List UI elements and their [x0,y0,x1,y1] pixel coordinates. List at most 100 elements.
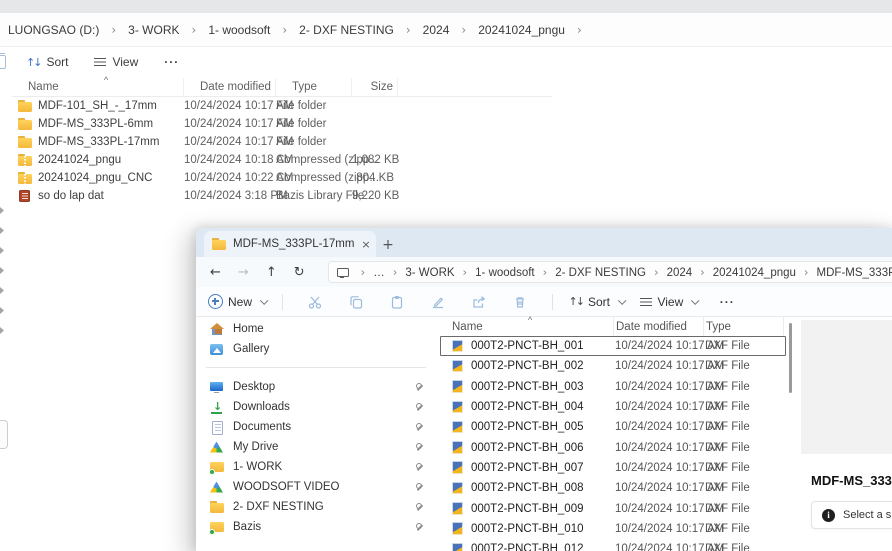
table-row[interactable]: 000T2-PNCT-BH_001 10/24/2024 10:17 AM DX… [440,336,786,356]
breadcrumb-item[interactable]: 2024 [421,23,477,37]
refresh-button[interactable]: ↻ [294,265,305,280]
new-button[interactable]: New [208,294,266,309]
sidebar-item-label: WOODSOFT VIDEO [233,481,340,493]
background-window-titlebar [0,0,892,13]
sidebar-item[interactable]: WOODSOFT VIDEO [196,477,440,497]
table-row[interactable]: MDF-101_SH_-_17mm 10/24/2024 10:17 AM Fi… [12,97,552,115]
rename-icon[interactable] [431,295,445,309]
file-type: DXF File [705,503,785,515]
close-tab-icon[interactable]: × [361,238,370,251]
breadcrumb-item[interactable]: 1- woodsoft [455,265,535,279]
sidebar-item[interactable]: My Drive [196,437,440,457]
table-row[interactable]: MDF-MS_333PL-6mm 10/24/2024 10:17 AM Fil… [12,115,552,133]
file-list-scrollbar[interactable] [786,317,796,551]
sidebar-item[interactable]: Gallery [196,339,440,359]
file-type: Compressed (zipp... [276,154,352,166]
breadcrumb-item[interactable]: 2- DXF NESTING [535,265,646,279]
column-header-date[interactable]: Date modified [614,317,704,336]
table-row[interactable]: 000T2-PNCT-BH_012 10/24/2024 10:17 AM DX… [440,539,786,551]
sidebar-item-icon [210,441,224,454]
sidebar-item[interactable]: Documents [196,417,440,437]
file-date: 10/24/2024 10:17 AM [615,381,705,393]
share-icon[interactable] [472,295,486,309]
table-row[interactable]: 000T2-PNCT-BH_008 10/24/2024 10:17 AM DX… [440,478,786,498]
breadcrumb-item[interactable]: 20241024_pngu [476,23,592,37]
sidebar-item[interactable]: Bazis [196,517,440,537]
new-tab-button[interactable]: + [376,237,400,253]
table-row[interactable]: 000T2-PNCT-BH_004 10/24/2024 10:17 AM DX… [440,397,786,417]
table-row[interactable]: MDF-MS_333PL-17mm 10/24/2024 10:17 AM Fi… [12,133,552,151]
new-icon [208,294,223,309]
breadcrumb-item[interactable]: MDF-MS_333PL-17mm [796,265,892,279]
tab-mdf-ms-333pl-17mm[interactable]: MDF-MS_333PL-17mm × [204,231,376,257]
delete-icon[interactable] [513,295,527,309]
pin-icon [415,463,424,472]
table-row[interactable]: 000T2-PNCT-BH_005 10/24/2024 10:17 AM DX… [440,417,786,437]
table-row[interactable]: so do lap dat 10/24/2024 3:18 PM Bazis L… [12,187,552,205]
scrollbar-thumb[interactable] [0,420,8,449]
table-row[interactable]: 000T2-PNCT-BH_006 10/24/2024 10:17 AM DX… [440,437,786,457]
folder-icon [212,238,226,251]
sidebar-item-icon [210,461,224,474]
breadcrumb-item[interactable]: 3- WORK [385,265,455,279]
file-date: 10/24/2024 10:17 AM [615,401,705,413]
sort-label: Sort [46,55,68,69]
breadcrumb-item[interactable]: 1- woodsoft [206,23,297,37]
table-row[interactable]: 000T2-PNCT-BH_009 10/24/2024 10:17 AM DX… [440,498,786,518]
pin-icon [0,307,4,314]
breadcrumb-item[interactable]: 3- WORK [126,23,206,37]
back-button[interactable]: ← [210,265,221,280]
forward-button[interactable]: → [238,265,249,280]
table-row[interactable]: 20241024_pngu_CNC 10/24/2024 10:22 AM Co… [12,169,552,187]
column-header-name[interactable]: Name [12,78,184,96]
pin-icon [0,247,4,254]
column-header-type[interactable]: Type [276,78,352,96]
background-toolbar: ↑↓ Sort View ··· [0,47,892,77]
more-options-button[interactable]: ··· [164,55,179,69]
table-row[interactable]: 000T2-PNCT-BH_003 10/24/2024 10:17 AM DX… [440,377,786,397]
background-table-header: ^ Name Date modified Type Size [12,78,552,97]
sidebar-item-icon [210,421,224,434]
sort-button[interactable]: ↑↓ Sort [569,295,624,309]
file-date: 10/24/2024 10:22 AM [184,172,276,184]
table-row[interactable]: 000T2-PNCT-BH_007 10/24/2024 10:17 AM DX… [440,458,786,478]
sidebar-item[interactable]: 2- DXF NESTING [196,497,440,517]
sidebar-item-label: Desktop [233,381,275,393]
pin-icon [415,523,424,532]
delete-icon[interactable] [0,55,6,69]
scrollbar-thumb[interactable] [789,323,792,393]
command-bar: New ↑↓ Sort View ··· [196,287,892,317]
sidebar-item[interactable]: Desktop [196,377,440,397]
more-options-button[interactable]: ··· [720,295,735,309]
sort-button[interactable]: ↑↓ Sort [26,55,68,69]
table-row[interactable]: 000T2-PNCT-BH_002 10/24/2024 10:17 AM DX… [440,356,786,376]
view-button[interactable]: View [640,295,696,309]
address-bar[interactable]: …3- WORK1- woodsoft2- DXF NESTING2024202… [328,261,892,283]
column-header-type[interactable]: Type [704,317,784,336]
view-button[interactable]: View [94,55,138,69]
sidebar-item[interactable]: Home [196,319,440,339]
background-file-rows: MDF-101_SH_-_17mm 10/24/2024 10:17 AM Fi… [12,97,552,205]
file-type: DXF File [705,340,785,352]
sidebar-item-label: 2- DXF NESTING [233,501,324,513]
column-header-date[interactable]: Date modified [184,78,276,96]
cut-icon[interactable] [308,295,322,309]
breadcrumb-item[interactable]: 2024 [646,265,692,279]
up-button[interactable]: ↑ [266,265,277,280]
table-row[interactable]: 000T2-PNCT-BH_010 10/24/2024 10:17 AM DX… [440,519,786,539]
paste-icon[interactable] [390,295,404,309]
sidebar-item[interactable]: 1- WORK [196,457,440,477]
column-header-size[interactable]: Size [352,78,398,96]
file-date: 10/24/2024 10:17 AM [615,360,705,372]
file-type: File folder [276,136,352,148]
sidebar-item[interactable]: Downloads [196,397,440,417]
table-row[interactable]: 20241024_pngu 10/24/2024 10:18 AM Compre… [12,151,552,169]
dxf-file-icon [451,441,465,454]
copy-icon[interactable] [349,295,363,309]
breadcrumb-item[interactable]: 2- DXF NESTING [297,23,421,37]
sidebar-item-icon [210,381,224,394]
breadcrumb-item[interactable]: LUONGSAO (D:) [6,23,126,37]
breadcrumb-item[interactable]: … [353,265,385,279]
window-body: Home Gallery Desktop [196,317,892,551]
breadcrumb-item[interactable]: 20241024_pngu [692,265,796,279]
